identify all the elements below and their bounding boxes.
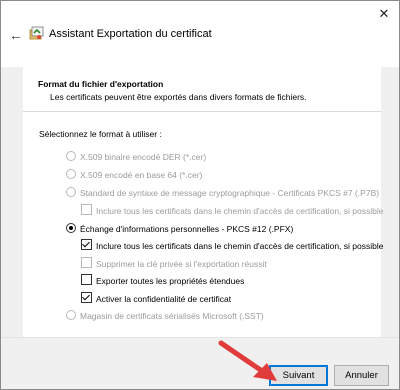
checkbox-checked [81,292,92,303]
radio-pfx[interactable]: Échange d'informations personnelles - PK… [66,223,293,234]
footer-divider [1,337,399,338]
radio-base64-label: X.509 encodé en base 64 (*.cer) [80,170,203,180]
checkbox-pfx-export-props[interactable]: Exporter toutes les propriétés étendues [81,274,244,286]
checkbox-pkcs7-include[interactable]: Inclure tous les certificats dans le che… [81,204,383,216]
radio-button [66,151,76,161]
checkbox-pfx-export-props-label: Exporter toutes les propriétés étendues [96,276,245,286]
checkbox [81,274,92,285]
back-arrow-icon[interactable]: ← [9,27,23,43]
radio-der-label: X.509 binaire encodé DER (*.cer) [80,152,207,162]
window-title: Assistant Exportation du certificat [49,28,212,40]
radio-button [66,187,76,197]
page-title: Format du fichier d'exportation [38,79,164,89]
certificate-icon [29,26,44,40]
radio-pfx-label: Échange d'informations personnelles - PK… [80,224,294,234]
checkbox [81,204,92,215]
red-arrow-annotation [218,340,277,381]
radio-base64[interactable]: X.509 encodé en base 64 (*.cer) [66,169,202,180]
checkbox-pfx-include-label: Inclure tous les certificats dans le che… [96,241,384,251]
page-header: Format du fichier d'exportation Les cert… [23,67,381,112]
checkbox-pfx-include[interactable]: Inclure tous les certificats dans le che… [81,239,383,251]
radio-pkcs7[interactable]: Standard de syntaxe de message cryptogra… [66,187,379,198]
checkbox-pfx-delete-label: Supprimer la clé privée si l'exportation… [96,259,267,269]
checkbox [81,257,92,268]
checkbox-pfx-privacy-label: Activer la confidentialité de certificat [96,294,232,304]
radio-sst[interactable]: Magasin de certificats sérialisés Micros… [66,310,264,321]
wizard-window: ✕ ← Assistant Exportation du certificat … [0,0,400,390]
checkbox-pfx-privacy[interactable]: Activer la confidentialité de certificat [81,292,231,304]
checkbox-pkcs7-include-label: Inclure tous les certificats dans le che… [96,206,384,216]
radio-button [66,169,76,179]
page-subtitle: Les certificats peuvent être exportés da… [50,92,307,102]
radio-button [66,310,76,320]
format-section-label: Sélectionnez le format à utiliser : [39,129,162,139]
radio-button-selected [66,223,76,233]
cancel-button[interactable]: Annuler [334,365,389,386]
close-button[interactable]: ✕ [375,5,393,23]
checkbox-pfx-delete[interactable]: Supprimer la clé privée si l'exportation… [81,257,267,269]
checkbox-checked [81,239,92,250]
radio-pkcs7-label: Standard de syntaxe de message cryptogra… [80,188,380,198]
title-bar: ✕ ← Assistant Exportation du certificat [1,1,399,67]
radio-sst-label: Magasin de certificats sérialisés Micros… [80,311,264,321]
radio-der[interactable]: X.509 binaire encodé DER (*.cer) [66,151,206,162]
